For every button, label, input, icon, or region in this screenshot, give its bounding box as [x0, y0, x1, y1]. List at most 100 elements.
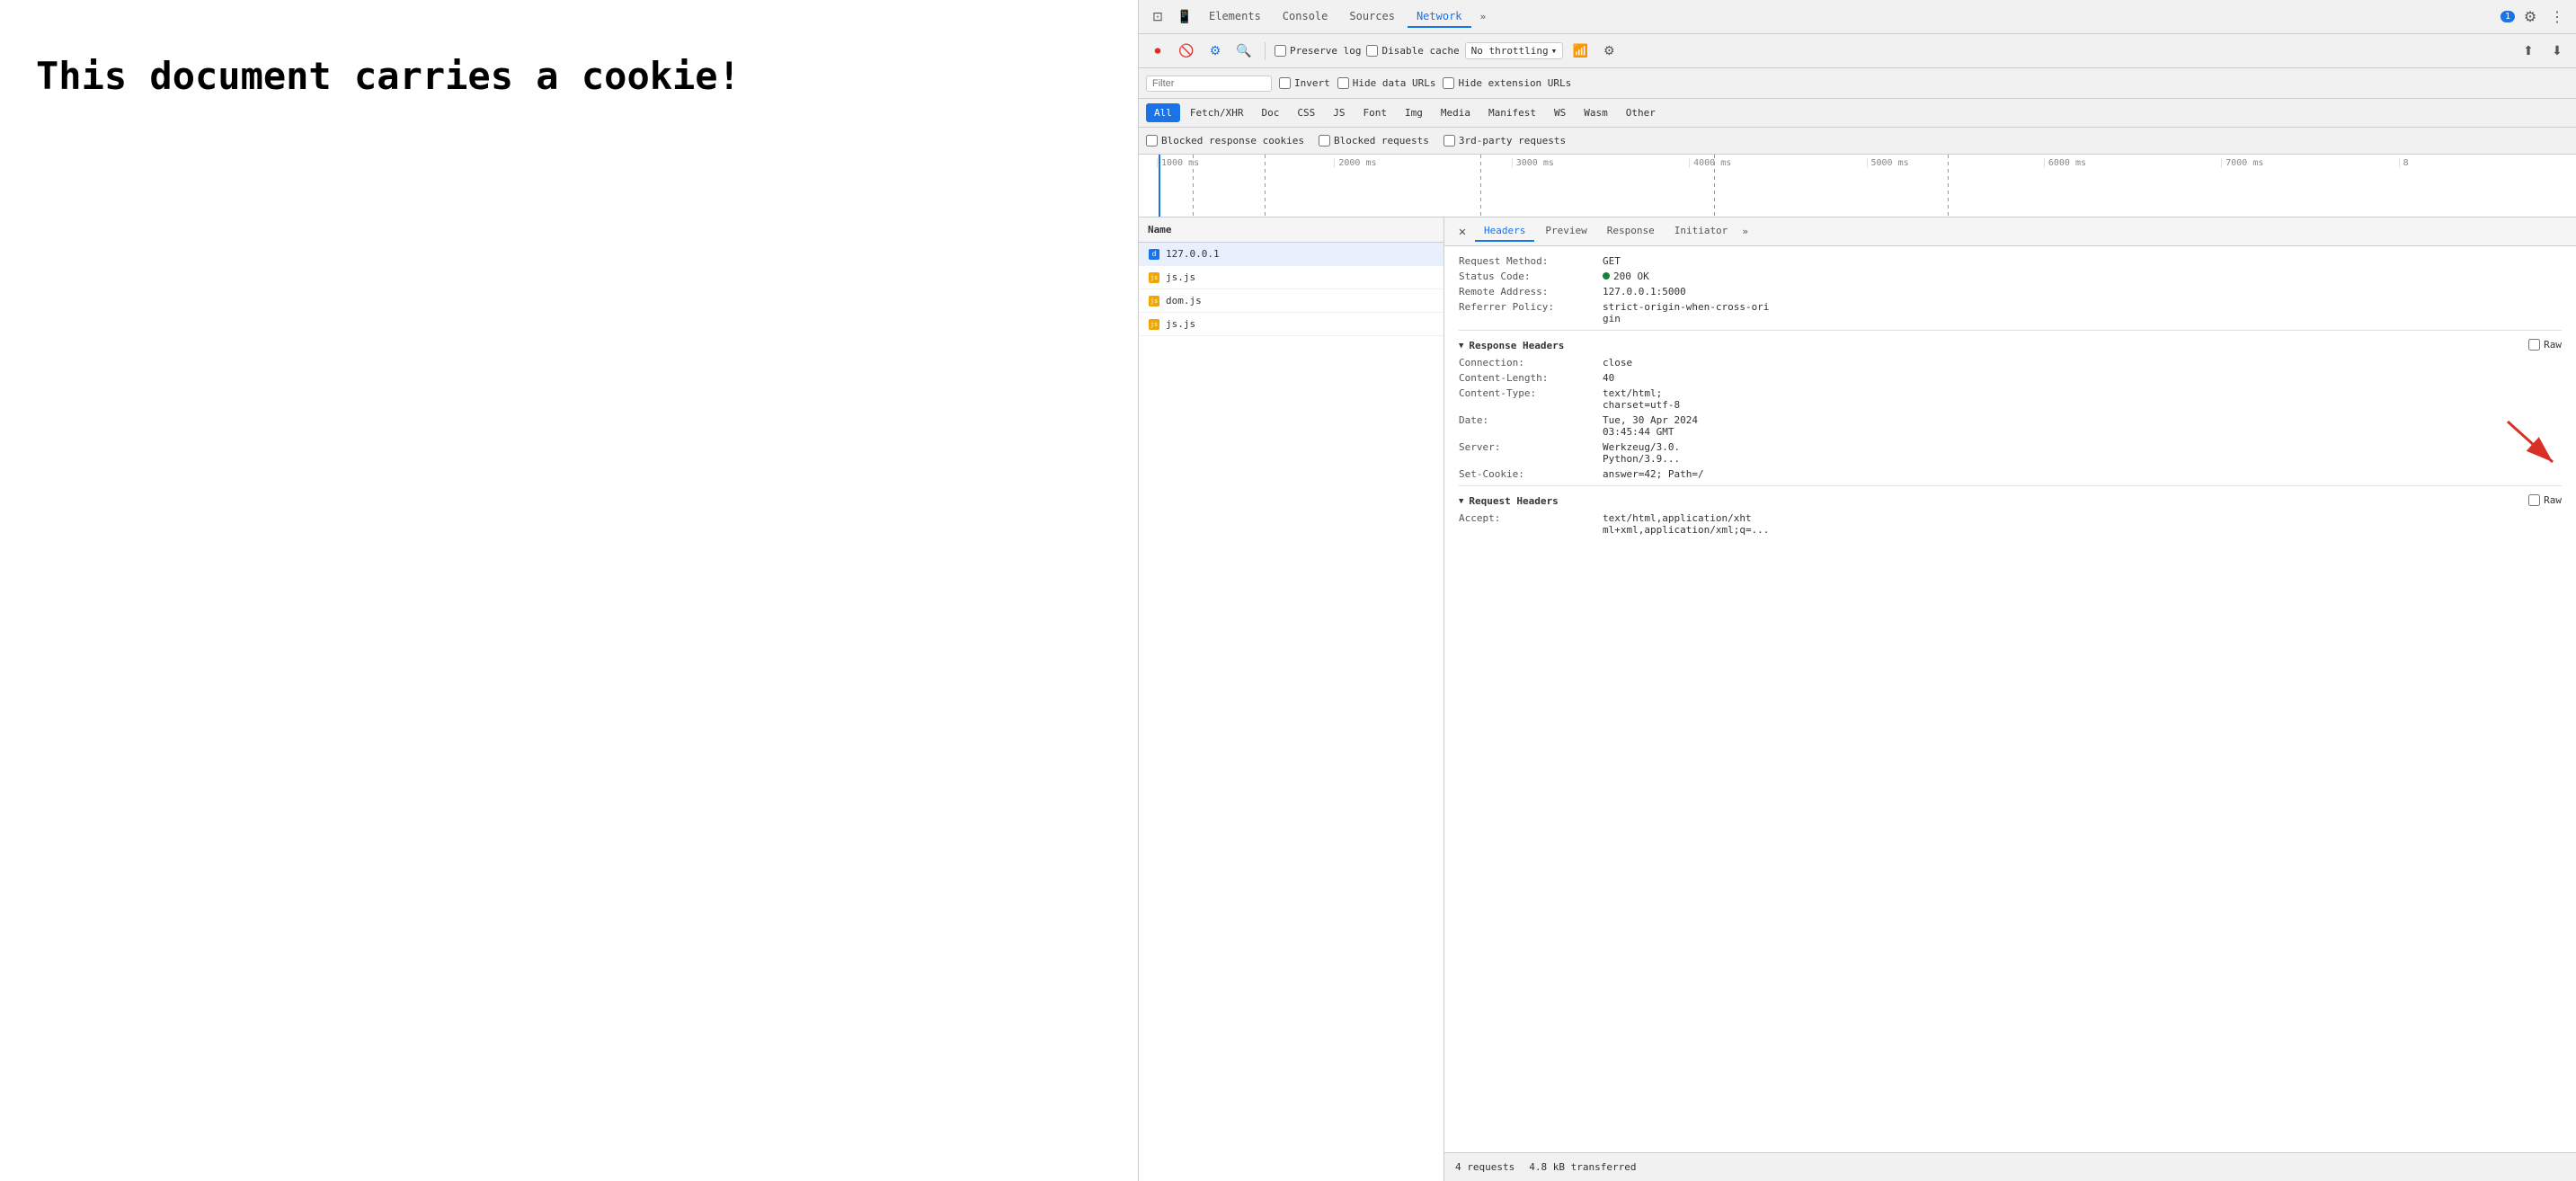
request-headers-title[interactable]: Request Headers — [1459, 490, 1559, 511]
response-headers-header: Response Headers Raw — [1459, 334, 2562, 355]
wifi-icon[interactable]: 📶 — [1568, 40, 1592, 63]
disable-cache-checkbox[interactable] — [1366, 45, 1378, 57]
detail-row-set-cookie: Set-Cookie: answer=42; Path=/ — [1459, 466, 2562, 482]
detail-row-referrer-policy: Referrer Policy: strict-origin-when-cros… — [1459, 299, 2562, 326]
request-row[interactable]: d 127.0.0.1 — [1139, 243, 1443, 266]
network-toolbar: ⏺ 🚫 ⚙ 🔍 Preserve log Disable cache No th… — [1139, 34, 2576, 68]
rt-tab-js[interactable]: JS — [1325, 103, 1353, 122]
timeline-dashed-line-2 — [1265, 155, 1266, 217]
third-party-requests-label[interactable]: 3rd-party requests — [1443, 135, 1566, 147]
blocked-requests-label[interactable]: Blocked requests — [1319, 135, 1429, 147]
detail-row-server: Server: Werkzeug/3.0.Python/3.9... — [1459, 440, 2562, 466]
details-tabs: ✕ Headers Preview Response Initiator » — [1444, 218, 2576, 246]
status-dot — [1603, 272, 1610, 280]
blocked-response-cookies-label[interactable]: Blocked response cookies — [1146, 135, 1304, 147]
clear-button[interactable]: 🚫 — [1175, 40, 1198, 63]
timeline-marker-4000: 4000 ms — [1689, 158, 1866, 168]
resource-tabs: All Fetch/XHR Doc CSS JS Font Img Media … — [1139, 99, 2576, 128]
hide-data-urls-label[interactable]: Hide data URLs — [1337, 77, 1436, 89]
page-heading: This document carries a cookie! — [36, 54, 1102, 98]
third-party-requests-checkbox[interactable] — [1443, 135, 1455, 147]
raw-request-label[interactable]: Raw — [2528, 494, 2562, 506]
tab-network[interactable]: Network — [1408, 6, 1471, 28]
timeline-area: 1000 ms 2000 ms 3000 ms 4000 ms 5000 ms … — [1139, 155, 2576, 218]
raw-response-checkbox[interactable] — [2528, 339, 2540, 351]
invert-filter-label[interactable]: Invert — [1279, 77, 1330, 89]
close-details-button[interactable]: ✕ — [1452, 221, 1473, 243]
upload-icon[interactable]: ⬆ — [2517, 40, 2540, 63]
tab-more[interactable]: » — [1475, 7, 1492, 26]
record-button[interactable]: ⏺ — [1146, 40, 1169, 63]
request-headers-section: Request Headers Raw Accept: text/html,ap… — [1459, 490, 2562, 537]
disable-cache-label[interactable]: Disable cache — [1366, 45, 1459, 57]
throttle-select[interactable]: No throttling ▾ — [1465, 42, 1564, 59]
device-icon[interactable]: 📱 — [1173, 5, 1196, 29]
timeline-marker-7000: 7000 ms — [2221, 158, 2398, 168]
section-divider-2 — [1459, 485, 2562, 486]
invert-filter-checkbox[interactable] — [1279, 77, 1291, 89]
preserve-log-label[interactable]: Preserve log — [1275, 45, 1361, 57]
preserve-log-checkbox[interactable] — [1275, 45, 1286, 57]
chevron-down-icon: ▾ — [1551, 45, 1558, 57]
detail-row-connection: Connection: close — [1459, 355, 2562, 370]
rt-tab-wasm[interactable]: Wasm — [1576, 103, 1616, 122]
detail-row-request-method: Request Method: GET — [1459, 253, 2562, 269]
timeline-marker-1000: 1000 ms — [1157, 158, 1334, 168]
blocked-requests-checkbox[interactable] — [1319, 135, 1330, 147]
detail-tab-initiator[interactable]: Initiator — [1666, 221, 1737, 242]
request-row[interactable]: js dom.js — [1139, 289, 1443, 313]
detail-row-status-code: Status Code: 200 OK — [1459, 269, 2562, 284]
timeline-dashed-line-3 — [1480, 155, 1481, 217]
timeline-marker-8000: 8 — [2399, 158, 2576, 168]
rt-tab-all[interactable]: All — [1146, 103, 1180, 122]
advanced-filter-bar: Blocked response cookies Blocked request… — [1139, 128, 2576, 155]
rt-tab-doc[interactable]: Doc — [1253, 103, 1287, 122]
error-badge: 1 — [2500, 11, 2515, 22]
detail-row-content-type: Content-Type: text/html;charset=utf-8 — [1459, 386, 2562, 413]
timeline-dashed-line-4 — [1714, 155, 1715, 217]
raw-request-checkbox[interactable] — [2528, 494, 2540, 506]
devtools-top-toolbar: ⊡ 📱 Elements Console Sources Network » 1… — [1139, 0, 2576, 34]
tab-elements[interactable]: Elements — [1200, 6, 1270, 28]
filter-toggle-button[interactable]: ⚙ — [1204, 40, 1227, 63]
hide-extension-urls-checkbox[interactable] — [1443, 77, 1454, 89]
response-headers-title[interactable]: Response Headers — [1459, 334, 1564, 355]
request-row[interactable]: js js.js — [1139, 313, 1443, 336]
filter-input-wrap — [1146, 75, 1272, 92]
detail-tab-response[interactable]: Response — [1598, 221, 1664, 242]
rt-tab-font[interactable]: Font — [1355, 103, 1395, 122]
rt-tab-media[interactable]: Media — [1433, 103, 1479, 122]
js-type-icon: js — [1148, 318, 1160, 331]
rt-tab-ws[interactable]: WS — [1546, 103, 1574, 122]
hide-data-urls-checkbox[interactable] — [1337, 77, 1349, 89]
tab-sources[interactable]: Sources — [1340, 6, 1404, 28]
timeline-marker-3000: 3000 ms — [1512, 158, 1689, 168]
tab-console[interactable]: Console — [1274, 6, 1337, 28]
js-type-icon: js — [1148, 295, 1160, 307]
devtools-more-icon[interactable]: ⋮ — [2545, 5, 2569, 29]
download-icon[interactable]: ⬇ — [2545, 40, 2569, 63]
rt-tab-css[interactable]: CSS — [1289, 103, 1323, 122]
detail-tab-preview[interactable]: Preview — [1536, 221, 1595, 242]
network-settings-icon[interactable]: ⚙ — [1597, 40, 1621, 63]
rt-tab-other[interactable]: Other — [1618, 103, 1664, 122]
timeline-current-time-line — [1159, 155, 1160, 217]
search-button[interactable]: 🔍 — [1232, 40, 1256, 63]
hide-extension-urls-label[interactable]: Hide extension URLs — [1443, 77, 1571, 89]
main-page-content: This document carries a cookie! — [0, 0, 1138, 1181]
toolbar-separator-1 — [1265, 42, 1266, 60]
rt-tab-img[interactable]: Img — [1397, 103, 1431, 122]
raw-response-label[interactable]: Raw — [2528, 339, 2562, 351]
detail-tab-headers[interactable]: Headers — [1475, 221, 1534, 242]
filter-input[interactable] — [1152, 78, 1266, 89]
response-headers-section: Response Headers Raw Connection: close C… — [1459, 334, 2562, 482]
blocked-response-cookies-checkbox[interactable] — [1146, 135, 1158, 147]
rt-tab-manifest[interactable]: Manifest — [1480, 103, 1544, 122]
detail-row-date: Date: Tue, 30 Apr 202403:45:44 GMT — [1459, 413, 2562, 440]
rt-tab-fetch-xhr[interactable]: Fetch/XHR — [1182, 103, 1252, 122]
detail-row-accept: Accept: text/html,application/xhtml+xml,… — [1459, 511, 2562, 537]
request-row[interactable]: js js.js — [1139, 266, 1443, 289]
detail-tab-more[interactable]: » — [1738, 222, 1752, 241]
dock-icon[interactable]: ⊡ — [1146, 5, 1169, 29]
settings-icon[interactable]: ⚙ — [2518, 5, 2542, 29]
